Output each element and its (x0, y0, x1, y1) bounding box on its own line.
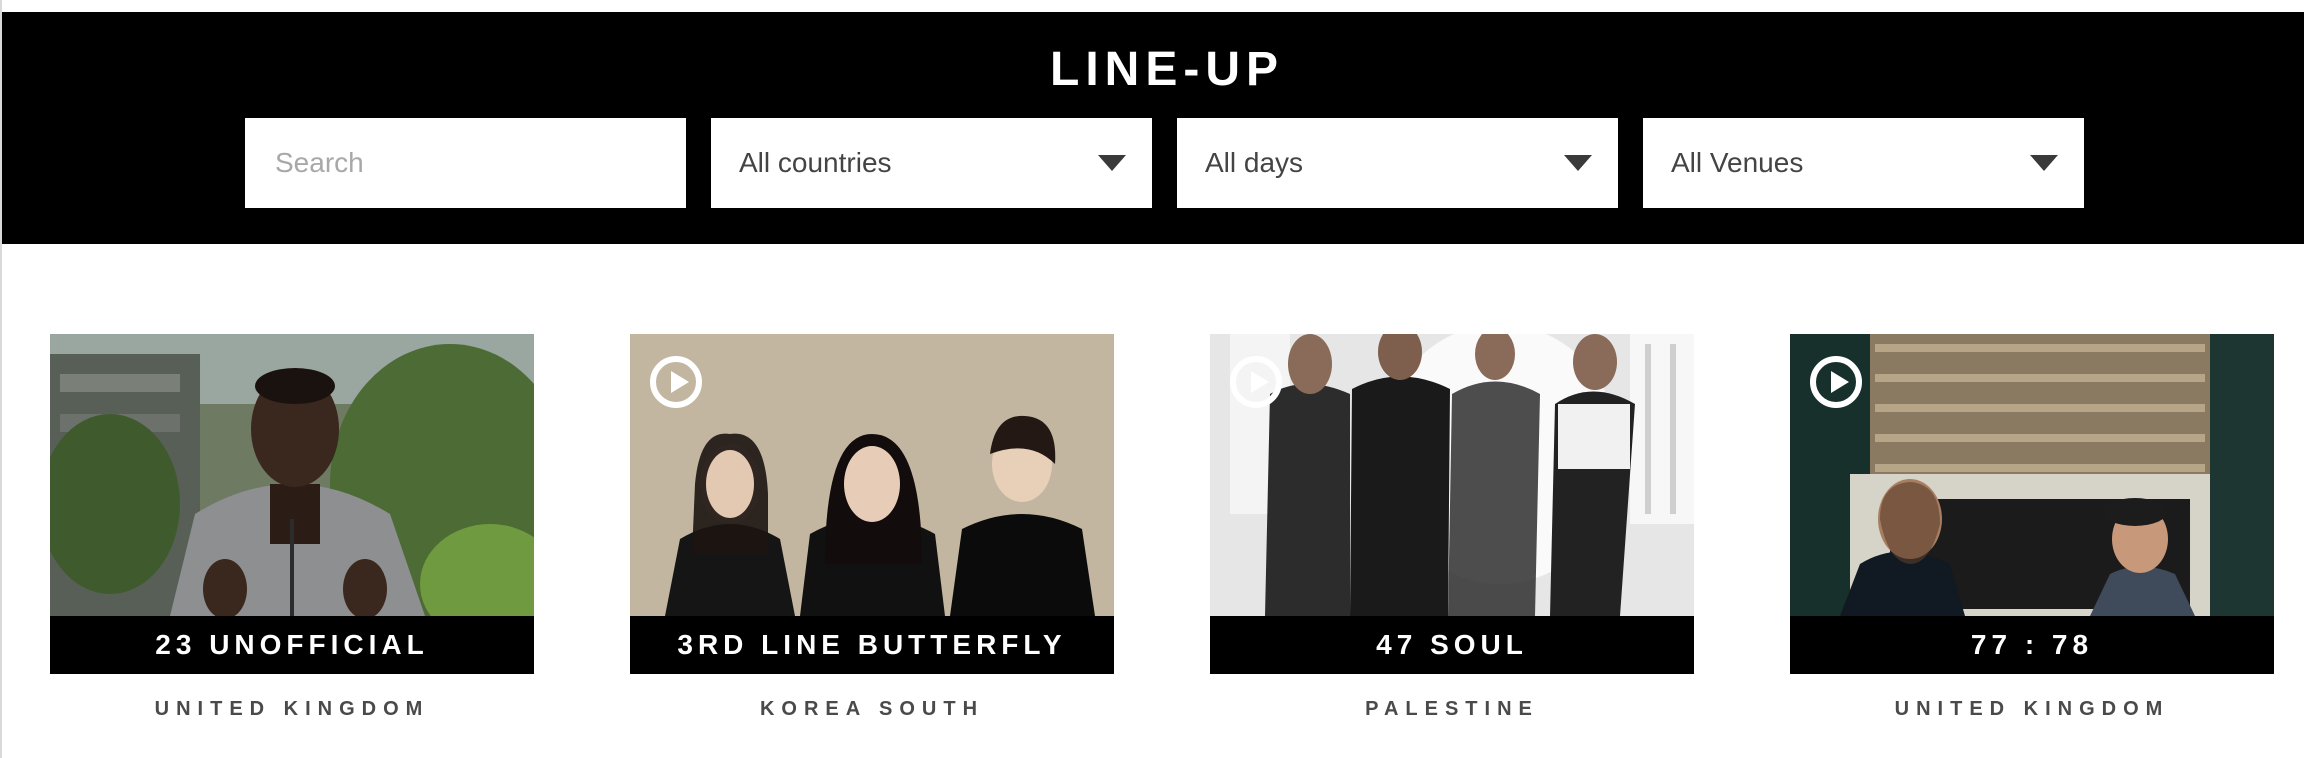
artist-country: UNITED KINGDOM (1894, 698, 2170, 720)
country-filter-select[interactable]: All countries (711, 118, 1152, 208)
search-input[interactable] (245, 118, 686, 208)
artist-name[interactable]: 47 SOUL (1210, 616, 1694, 674)
venue-filter-select[interactable]: All Venues (1643, 118, 2084, 208)
artist-photo[interactable] (1790, 334, 2274, 616)
artist-country: UNITED KINGDOM (154, 698, 430, 720)
play-icon[interactable] (1810, 356, 1862, 408)
artist-name[interactable]: 23 UNOFFICIAL (50, 616, 534, 674)
day-filter-value: All days (1205, 147, 1304, 178)
artist-name[interactable]: 3RD LINE BUTTERFLY (630, 616, 1114, 674)
search-box[interactable] (245, 118, 686, 208)
artist-country: KOREA SOUTH (759, 698, 985, 720)
caret-down-icon (2030, 155, 2058, 171)
artist-country: PALESTINE (1365, 698, 1539, 720)
page-title: LINE-UP (1050, 43, 1284, 96)
artist-photo[interactable] (50, 334, 534, 616)
artist-card[interactable]: 3RD LINE BUTTERFLY KOREA SOUTH (630, 334, 1114, 722)
artist-card[interactable]: 47 SOUL PALESTINE (1210, 334, 1694, 722)
artist-photo[interactable] (630, 334, 1114, 616)
artist-photo[interactable] (1210, 334, 1694, 616)
day-filter-select[interactable]: All days (1177, 118, 1618, 208)
caret-down-icon (1098, 155, 1126, 171)
country-filter-value: All countries (739, 147, 892, 178)
play-icon[interactable] (1230, 356, 1282, 408)
artist-card[interactable]: 77 : 78 UNITED KINGDOM (1790, 334, 2274, 722)
caret-down-icon (1564, 155, 1592, 171)
artist-card[interactable]: 23 UNOFFICIAL UNITED KINGDOM (50, 334, 534, 722)
artist-name[interactable]: 77 : 78 (1790, 616, 2274, 674)
play-icon[interactable] (650, 356, 702, 408)
venue-filter-value: All Venues (1671, 147, 1804, 178)
